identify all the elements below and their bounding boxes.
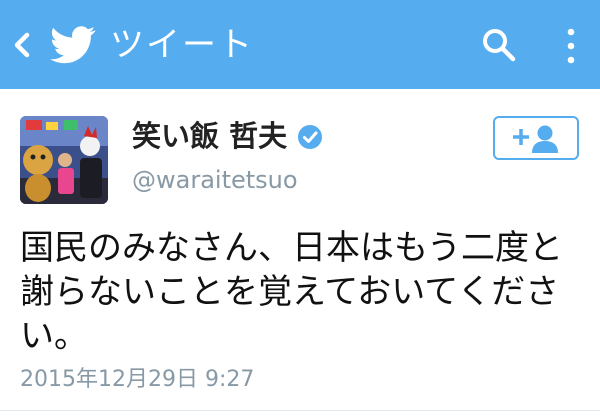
- verified-badge-icon: [298, 125, 322, 149]
- follow-button[interactable]: [493, 116, 579, 160]
- tweet-text: 国民のみなさん、日本はもう二度と謝らないことを覚えておいてください。: [20, 228, 563, 356]
- tweet-timestamp[interactable]: 2015年12月29日 9:27: [20, 365, 254, 395]
- add-user-icon: [513, 125, 558, 153]
- more-vertical-icon[interactable]: [563, 26, 579, 66]
- twitter-bird-icon: [50, 26, 96, 64]
- divider: [0, 410, 600, 411]
- avatar-photo: [20, 116, 108, 204]
- author-handle[interactable]: @waraitetsuo: [132, 164, 298, 196]
- app-header: ツイート: [0, 0, 600, 89]
- page-title: ツイート: [110, 25, 254, 65]
- avatar[interactable]: [20, 116, 108, 204]
- chevron-left-icon[interactable]: [10, 30, 34, 60]
- search-icon[interactable]: [481, 27, 517, 63]
- author-name[interactable]: 笑い飯 哲夫: [132, 116, 287, 156]
